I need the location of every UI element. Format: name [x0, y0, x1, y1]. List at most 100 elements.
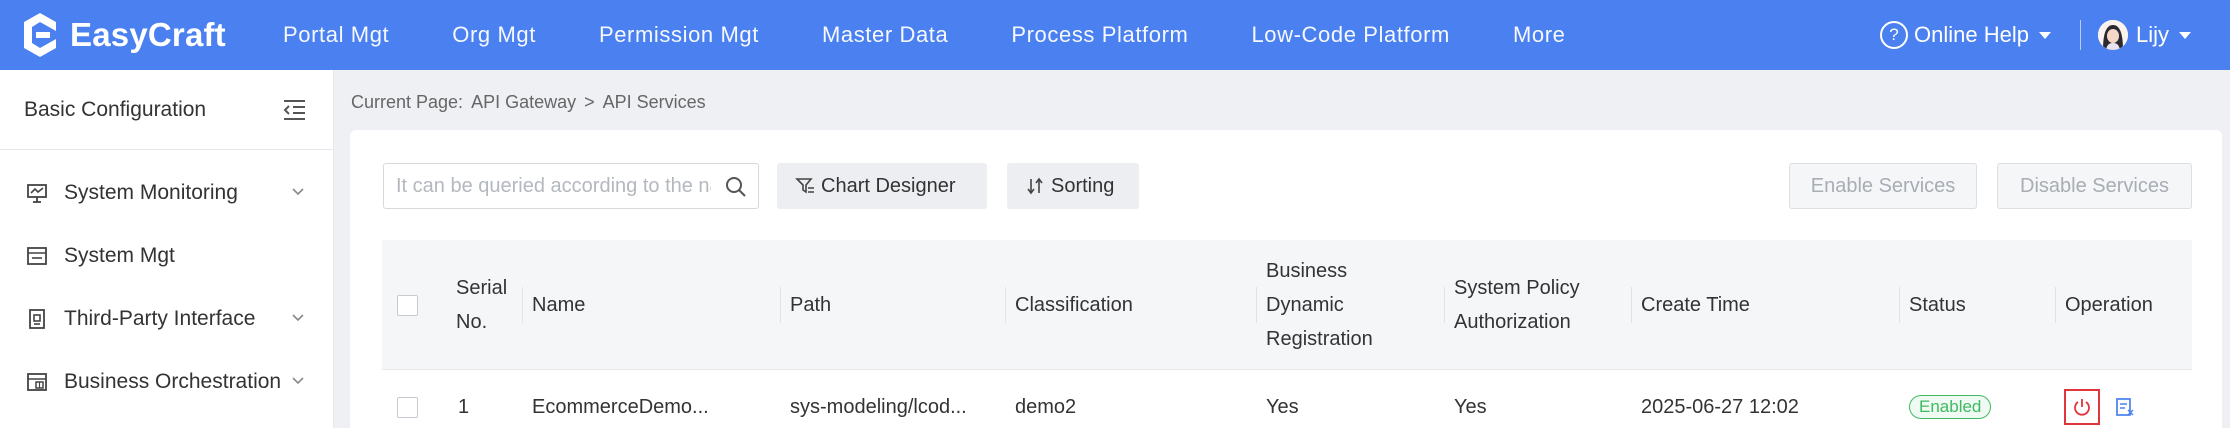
sidebar-item-system-mgt[interactable]: System Mgt — [0, 224, 333, 287]
column-separator — [1444, 287, 1445, 323]
header-classification[interactable]: Classification — [1005, 240, 1133, 370]
sidebar: Basic Configuration System Monitoring Sy… — [0, 70, 334, 428]
user-menu[interactable]: Lijy — [2098, 0, 2192, 70]
sidebar-item-third-party-interface[interactable]: Third-Party Interface — [0, 287, 333, 350]
caret-down-icon — [2179, 31, 2192, 39]
header-name-label: Name — [532, 294, 586, 316]
header-name[interactable]: Name — [522, 240, 586, 370]
header-create-time[interactable]: Create Time — [1631, 240, 1750, 370]
nav-low-code-platform[interactable]: Low-Code Platform — [1251, 22, 1450, 48]
cell-operation — [2064, 371, 2136, 428]
column-separator — [522, 287, 523, 323]
cell-status: Enabled — [1909, 371, 1992, 428]
header-system-policy-authorization[interactable]: System Policy Authorization — [1444, 240, 1580, 370]
cell-serial: 1 — [458, 395, 470, 418]
filter-designer-icon — [795, 178, 814, 194]
nav-master-data[interactable]: Master Data — [822, 22, 948, 48]
chart-designer-label: Chart Designer — [821, 174, 956, 197]
online-help-menu[interactable]: ? Online Help — [1880, 0, 2051, 70]
monitor-icon — [27, 183, 47, 203]
cell-create-time: 2025-06-27 12:02 — [1641, 395, 1799, 418]
column-separator — [780, 287, 781, 323]
header-divider — [2080, 20, 2081, 50]
header-classification-label: Classification — [1015, 294, 1133, 316]
breadcrumb: Current Page: API Gateway > API Services — [351, 90, 714, 114]
breadcrumb-api-gateway[interactable]: API Gateway — [471, 92, 576, 113]
sorting-label: Sorting — [1051, 174, 1115, 197]
cell-name[interactable]: EcommerceDemo... — [532, 371, 709, 428]
header-bdr-line3: Registration — [1266, 328, 1373, 350]
sort-icon — [1027, 177, 1043, 195]
nav-portal-mgt[interactable]: Portal Mgt — [283, 22, 389, 48]
power-icon — [2074, 399, 2090, 416]
header-spa-line2: Authorization — [1454, 311, 1571, 333]
avatar — [2098, 20, 2128, 50]
sorting-button[interactable]: Sorting — [1007, 163, 1139, 209]
header-spa-line1: System Policy — [1454, 277, 1580, 299]
nav-more[interactable]: More — [1513, 22, 1566, 48]
user-name: Lijy — [2136, 22, 2170, 47]
table-row[interactable]: 1 EcommerceDemo... sys-modeling/lcod... … — [382, 371, 2192, 428]
header-status-label: Status — [1909, 294, 1966, 316]
sidebar-menu: System Monitoring System Mgt Third-Party… — [0, 150, 333, 413]
breadcrumb-api-services: API Services — [602, 91, 706, 112]
app-name: EasyCraft — [70, 16, 226, 53]
orchestration-icon — [27, 372, 47, 391]
sidebar-item-label: Business Orchestration — [64, 369, 282, 393]
sidebar-item-system-monitoring[interactable]: System Monitoring — [0, 161, 333, 224]
search-icon[interactable] — [724, 175, 748, 199]
header-operation-label: Operation — [2065, 294, 2153, 316]
search-box — [383, 163, 759, 209]
row-select-cell — [397, 371, 418, 428]
status-badge: Enabled — [1909, 395, 1992, 419]
nav-permission-mgt[interactable]: Permission Mgt — [599, 22, 759, 48]
header-create-time-label: Create Time — [1641, 294, 1750, 316]
log-record-icon[interactable] — [2114, 396, 2136, 418]
main-panel: Chart Designer Sorting Enable Services D… — [350, 130, 2222, 428]
row-checkbox[interactable] — [397, 396, 418, 418]
sidebar-item-label: Third-Party Interface — [64, 306, 256, 330]
toggle-service-button[interactable] — [2064, 389, 2100, 425]
cell-system-policy-authorization: Yes — [1454, 395, 1487, 418]
chevron-down-icon — [292, 188, 304, 196]
breadcrumb-prefix: Current Page: — [351, 91, 464, 112]
header-business-dynamic-registration[interactable]: Business Dynamic Registration — [1256, 240, 1373, 370]
nav-process-platform[interactable]: Process Platform — [1011, 22, 1188, 48]
header-serial-line1: Serial — [456, 277, 508, 299]
sidebar-header: Basic Configuration — [0, 70, 333, 150]
chart-designer-button[interactable]: Chart Designer — [777, 163, 987, 209]
enable-services-button[interactable]: Enable Services — [1789, 163, 1977, 209]
app-logo[interactable]: EasyCraft — [20, 8, 226, 62]
chevron-down-icon — [292, 377, 304, 385]
header-bdr-line2: Dynamic — [1266, 294, 1344, 316]
header-operation: Operation — [2055, 240, 2153, 370]
select-all-cell — [397, 240, 418, 370]
easycraft-logo-icon — [24, 13, 56, 57]
nav-org-mgt[interactable]: Org Mgt — [452, 22, 536, 48]
sidebar-item-business-orchestration[interactable]: Business Orchestration — [0, 350, 333, 413]
disable-services-button[interactable]: Disable Services — [1997, 163, 2192, 209]
header-serial-line2: No. — [456, 311, 488, 333]
breadcrumb-separator: > — [584, 91, 595, 112]
interface-icon — [29, 308, 45, 329]
cell-classification: demo2 — [1015, 395, 1077, 418]
column-separator — [2055, 287, 2056, 323]
chevron-down-icon — [292, 314, 304, 322]
header-path[interactable]: Path — [780, 240, 832, 370]
select-all-checkbox[interactable] — [397, 294, 418, 316]
header-status[interactable]: Status — [1899, 240, 1966, 370]
main-nav: Portal Mgt Org Mgt Permission Mgt Master… — [283, 0, 1628, 70]
column-separator — [1631, 287, 1632, 323]
top-navigation-bar: EasyCraft Portal Mgt Org Mgt Permission … — [0, 0, 2230, 70]
column-separator — [1256, 287, 1257, 323]
collapse-menu-icon[interactable] — [281, 98, 307, 122]
cell-path: sys-modeling/lcod... — [790, 395, 967, 418]
caret-down-icon — [2038, 31, 2051, 39]
search-input[interactable] — [396, 172, 711, 200]
window-icon — [27, 246, 47, 265]
header-path-label: Path — [790, 294, 832, 316]
header-serial-no: Serial No. — [456, 240, 507, 370]
sidebar-item-label: System Mgt — [64, 243, 175, 267]
online-help-label: Online Help — [1914, 22, 2029, 47]
sidebar-title: Basic Configuration — [24, 97, 207, 121]
